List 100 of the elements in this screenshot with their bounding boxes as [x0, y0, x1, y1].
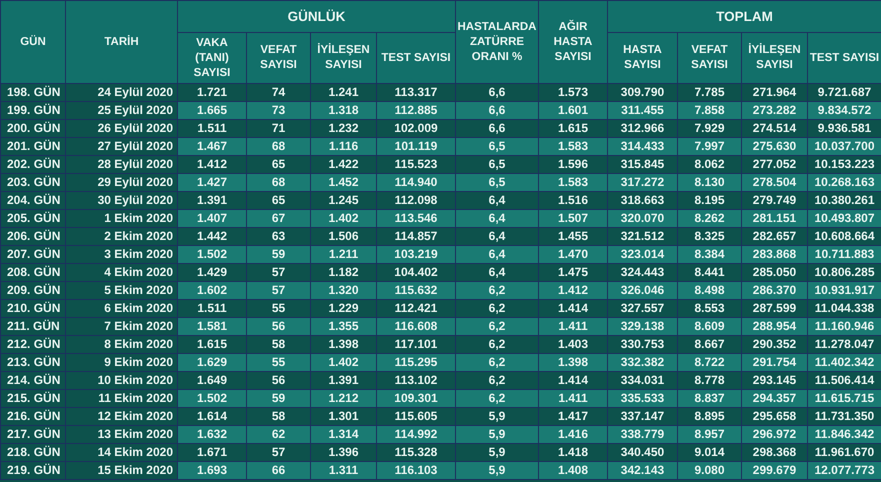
table-cell: 1.502 [178, 246, 246, 264]
table-cell: 1.601 [538, 102, 608, 120]
table-cell: 1.355 [310, 318, 376, 336]
table-cell: 29 Eylül 2020 [66, 174, 178, 192]
table-cell: 1.416 [538, 426, 608, 444]
table-cell: 1.470 [538, 246, 608, 264]
table-cell: 279.749 [742, 192, 808, 210]
table-cell: 57 [246, 282, 310, 300]
table-cell: 112.421 [376, 300, 456, 318]
table-cell: 115.295 [376, 354, 456, 372]
table-cell: 8.262 [678, 210, 742, 228]
table-cell: 11.615.715 [808, 390, 881, 408]
table-cell: 63 [246, 228, 310, 246]
table-cell: 204. GÜN [0, 192, 66, 210]
table-cell: 281.151 [742, 210, 808, 228]
table-cell: 340.450 [608, 444, 678, 462]
table-cell: 309.790 [608, 84, 678, 102]
table-cell: 8 Ekim 2020 [66, 336, 178, 354]
table-cell: 286.370 [742, 282, 808, 300]
table-cell: 66 [246, 462, 310, 480]
table-cell: 8.778 [678, 372, 742, 390]
table-cell: 291.754 [742, 354, 808, 372]
table-cell: 1.602 [178, 282, 246, 300]
table-cell: 115.328 [376, 444, 456, 462]
table-cell: 4 Ekim 2020 [66, 264, 178, 282]
table-cell: 1.506 [310, 228, 376, 246]
table-cell: 1.320 [310, 282, 376, 300]
table-cell: 10.380.261 [808, 192, 881, 210]
table-cell: 10.493.807 [808, 210, 881, 228]
table-cell: 24 Eylül 2020 [66, 84, 178, 102]
table-cell: 7.997 [678, 138, 742, 156]
table-cell: 113.546 [376, 210, 456, 228]
table-cell: 10.806.285 [808, 264, 881, 282]
table-cell: 10.268.163 [808, 174, 881, 192]
table-cell: 314.433 [608, 138, 678, 156]
table-cell: 1.411 [538, 318, 608, 336]
table-cell: 315.845 [608, 156, 678, 174]
table-cell: 1.507 [538, 210, 608, 228]
column-header: GÜN [0, 0, 66, 84]
table-cell: 6,4 [456, 228, 538, 246]
table-cell: 65 [246, 192, 310, 210]
table-cell: 330.753 [608, 336, 678, 354]
table-cell: 109.301 [376, 390, 456, 408]
table-cell: 6,6 [456, 84, 538, 102]
column-header: İYİLEŞEN SAYISI [742, 32, 808, 84]
table-cell: 10.711.883 [808, 246, 881, 264]
table-cell: 1.396 [310, 444, 376, 462]
table-cell: 1.211 [310, 246, 376, 264]
table-cell: 55 [246, 300, 310, 318]
table-cell: 68 [246, 138, 310, 156]
table-cell: 6 Ekim 2020 [66, 300, 178, 318]
column-header: TEST SAYISI [376, 32, 456, 84]
table-cell: 8.325 [678, 228, 742, 246]
table-cell: 6,2 [456, 318, 538, 336]
table-cell: 28 Eylül 2020 [66, 156, 178, 174]
table-cell: 11 Ekim 2020 [66, 390, 178, 408]
table-cell: 103.219 [376, 246, 456, 264]
table-cell: 114.992 [376, 426, 456, 444]
table-cell: 1.429 [178, 264, 246, 282]
column-header: VEFAT SAYISI [678, 32, 742, 84]
table-cell: 6,2 [456, 372, 538, 390]
table-cell: 57 [246, 264, 310, 282]
table-cell: 1.475 [538, 264, 608, 282]
table-cell: 1.402 [310, 354, 376, 372]
table-cell: 9.834.572 [808, 102, 881, 120]
table-cell: 311.455 [608, 102, 678, 120]
table-cell: 274.514 [742, 120, 808, 138]
table-cell: 5,9 [456, 462, 538, 480]
table-cell: 74 [246, 84, 310, 102]
table-cell: 11.402.342 [808, 354, 881, 372]
table-cell: 104.402 [376, 264, 456, 282]
table-cell: 11.961.670 [808, 444, 881, 462]
table-cell: 6,2 [456, 282, 538, 300]
table-cell: 1.632 [178, 426, 246, 444]
table-cell: 6,6 [456, 120, 538, 138]
table-cell: 9.936.581 [808, 120, 881, 138]
table-cell: 317.272 [608, 174, 678, 192]
table-cell: 1.229 [310, 300, 376, 318]
table-cell: 1.212 [310, 390, 376, 408]
table-cell: 1.314 [310, 426, 376, 444]
table-cell: 1.583 [538, 138, 608, 156]
table-cell: 8.130 [678, 174, 742, 192]
table-cell: 115.523 [376, 156, 456, 174]
table-cell: 8.837 [678, 390, 742, 408]
table-cell: 1.581 [178, 318, 246, 336]
table-cell: 1.629 [178, 354, 246, 372]
table-cell: 8.195 [678, 192, 742, 210]
table-cell: 115.632 [376, 282, 456, 300]
table-cell: 212. GÜN [0, 336, 66, 354]
table-cell: 1.407 [178, 210, 246, 228]
table-cell: 101.119 [376, 138, 456, 156]
column-header: HASTALARDA ZATÜRRE ORANI % [456, 0, 538, 84]
table-cell: 332.382 [608, 354, 678, 372]
table-cell: 1.583 [538, 174, 608, 192]
table-cell: 10 Ekim 2020 [66, 372, 178, 390]
table-cell: 8.722 [678, 354, 742, 372]
table-cell: 6,2 [456, 336, 538, 354]
table-cell: 213. GÜN [0, 354, 66, 372]
table-cell: 1.311 [310, 462, 376, 480]
table-cell: 1.398 [538, 354, 608, 372]
